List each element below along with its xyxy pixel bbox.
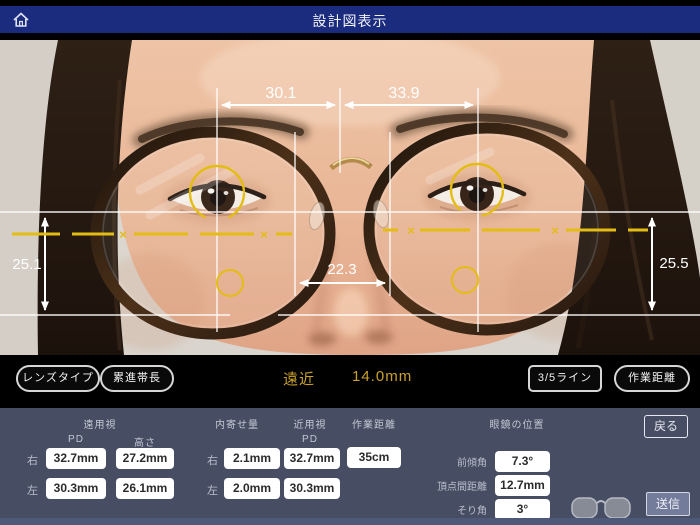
nose-shadow (308, 332, 336, 346)
work-distance-button[interactable]: 作業距離 (614, 365, 690, 392)
corridor-length-value: 14.0mm (352, 368, 413, 385)
near-pd-left-value[interactable]: 30.3mm (284, 478, 340, 499)
measure-top-left: 30.1 (265, 85, 296, 102)
pantoscopic-value[interactable]: 7.3° (495, 451, 550, 472)
near-pd-header: PD (302, 434, 318, 445)
measure-side-right: 25.5 (659, 255, 688, 272)
inset-left-value[interactable]: 2.0mm (224, 478, 280, 499)
corridor-length-button[interactable]: 累進帯長 (100, 365, 174, 392)
height-header: 高さ (134, 438, 156, 449)
right-row-label: 右 (27, 455, 38, 467)
app-window: 設計図表示 30.1 33.9 22.3 25.1 25.5 × × × × レ… (0, 0, 700, 525)
lens-type-button[interactable]: レンズタイプ (16, 365, 100, 392)
wrap-angle-value[interactable]: 3° (495, 499, 550, 520)
vertex-distance-value[interactable]: 12.7mm (495, 475, 550, 496)
vertex-distance-label: 頂点間距離 (437, 482, 487, 493)
left-row-label: 左 (27, 485, 38, 497)
inset-header: 内寄せ量 (215, 420, 259, 431)
far-pd-right-value[interactable]: 32.7mm (46, 448, 106, 469)
far-height-left-value[interactable]: 26.1mm (116, 478, 174, 499)
back-button[interactable]: 戻る (644, 415, 688, 438)
inset-right-value[interactable]: 2.1mm (224, 448, 280, 469)
measurement-panel: 遠用視 PD 高さ 内寄せ量 近用視 PD 作業距離 眼鏡の位置 戻る 右 32… (0, 408, 700, 520)
inset-left-row-label: 左 (207, 485, 218, 497)
lines-toggle-button[interactable]: 3/5ライン (528, 365, 602, 392)
lens-mode-label: 遠近 (283, 371, 316, 388)
title-bar: 設計図表示 (0, 6, 700, 33)
measure-bridge: 22.3 (327, 261, 356, 278)
wrap-angle-label: そり角 (457, 506, 487, 517)
cross-mark: × (551, 223, 559, 238)
glasses-position-header: 眼鏡の位置 (489, 420, 545, 431)
near-vision-header: 近用視 (293, 420, 327, 431)
page-title: 設計図表示 (312, 13, 388, 29)
bottom-strip (0, 518, 700, 525)
face-measurement-image: 30.1 33.9 22.3 25.1 25.5 × × × × (0, 30, 700, 355)
near-pd-right-value[interactable]: 32.7mm (284, 448, 340, 469)
far-pd-left-value[interactable]: 30.3mm (46, 478, 106, 499)
send-button[interactable]: 送信 (646, 492, 690, 516)
cross-mark: × (407, 223, 415, 238)
controls-row: レンズタイプ 累進帯長 遠近 14.0mm 3/5ライン 作業距離 (0, 355, 700, 408)
measure-side-left: 25.1 (12, 256, 41, 273)
measure-top-right: 33.9 (388, 85, 419, 102)
pantoscopic-label: 前傾角 (457, 458, 487, 469)
work-distance-header: 作業距離 (352, 420, 396, 431)
inset-right-row-label: 右 (207, 455, 218, 467)
far-height-right-value[interactable]: 27.2mm (116, 448, 174, 469)
pd-header: PD (68, 434, 84, 445)
cross-mark: × (119, 227, 127, 242)
work-distance-value[interactable]: 35cm (347, 447, 401, 468)
fitting-photo: 30.1 33.9 22.3 25.1 25.5 × × × × (0, 30, 700, 355)
cross-mark: × (260, 227, 268, 242)
far-vision-header: 遠用視 (83, 420, 117, 431)
